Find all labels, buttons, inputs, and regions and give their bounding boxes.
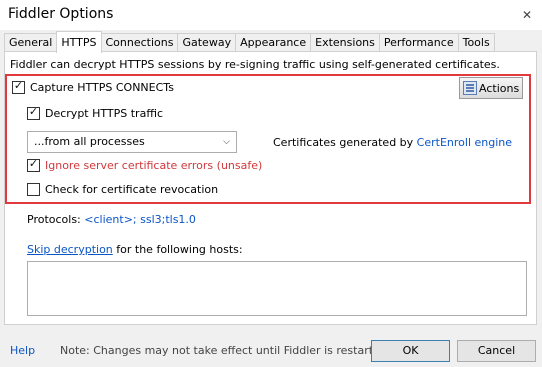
capture-connects-label: Capture HTTPS CONNECTs xyxy=(30,81,174,94)
actions-label: Actions xyxy=(479,81,520,95)
tab-extensions[interactable]: Extensions xyxy=(310,33,380,52)
protocols-row: Protocols: <client>; ssl3;tls1.0 xyxy=(27,213,196,226)
ignore-cert-errors-label: Ignore server certificate errors (unsafe… xyxy=(45,159,263,172)
checkbox-box[interactable]: ✓ xyxy=(27,157,40,172)
checkbox-box[interactable]: ✓ xyxy=(12,79,25,94)
actions-button[interactable]: Actions xyxy=(459,77,523,99)
checkmark-icon: ✓ xyxy=(13,79,24,92)
checkbox-box[interactable] xyxy=(27,183,40,196)
help-link[interactable]: Help xyxy=(10,344,35,357)
tab-gateway[interactable]: Gateway xyxy=(177,33,237,52)
capture-connects-checkbox[interactable]: ✓ Capture HTTPS CONNECTs xyxy=(12,79,174,94)
checkmark-icon: ✓ xyxy=(28,105,39,118)
checkmark-icon: ✓ xyxy=(28,157,39,170)
tab-https[interactable]: HTTPS xyxy=(56,31,102,53)
window-title: Fiddler Options xyxy=(8,6,114,22)
decrypt-traffic-label: Decrypt HTTPS traffic xyxy=(45,107,163,120)
close-icon[interactable]: ✕ xyxy=(517,5,537,25)
tab-connections[interactable]: Connections xyxy=(100,33,179,52)
skip-hosts-textarea[interactable] xyxy=(27,261,527,316)
protocols-label: Protocols: xyxy=(27,213,85,226)
skip-decryption-row: Skip decryption for the following hosts: xyxy=(27,243,243,256)
cert-generator-prefix: Certificates generated by xyxy=(273,136,417,149)
tab-general[interactable]: General xyxy=(4,33,58,52)
tab-performance[interactable]: Performance xyxy=(378,33,459,52)
process-filter-value: ...from all processes xyxy=(34,135,145,148)
revocation-label: Check for certificate revocation xyxy=(45,183,219,196)
tab-appearance[interactable]: Appearance xyxy=(235,33,312,52)
skip-decryption-link[interactable]: Skip decryption xyxy=(27,243,113,256)
ok-button[interactable]: OK xyxy=(371,340,450,362)
cert-generator-info: Certificates generated by CertEnroll eng… xyxy=(273,136,512,149)
skip-decryption-rest: for the following hosts: xyxy=(112,243,243,256)
ignore-cert-errors-checkbox[interactable]: ✓ Ignore server certificate errors (unsa… xyxy=(27,157,263,172)
tab-tools[interactable]: Tools xyxy=(457,33,495,52)
protocols-link[interactable]: <client>; ssl3;tls1.0 xyxy=(84,213,196,226)
tab-strip: General HTTPS Connections Gateway Appear… xyxy=(4,31,495,53)
decrypt-traffic-checkbox[interactable]: ✓ Decrypt HTTPS traffic xyxy=(27,105,163,120)
restart-note: Note: Changes may not take effect until … xyxy=(60,344,391,357)
chevron-down-icon: ⌵ xyxy=(223,137,230,147)
cancel-button[interactable]: Cancel xyxy=(457,340,536,362)
intro-text: Fiddler can decrypt HTTPS sessions by re… xyxy=(10,58,500,71)
certificate-icon xyxy=(463,81,477,95)
revocation-checkbox[interactable]: Check for certificate revocation xyxy=(27,183,218,196)
checkbox-box[interactable]: ✓ xyxy=(27,105,40,120)
certenroll-link[interactable]: CertEnroll engine xyxy=(417,136,512,149)
process-filter-dropdown[interactable]: ...from all processes ⌵ xyxy=(27,131,237,153)
